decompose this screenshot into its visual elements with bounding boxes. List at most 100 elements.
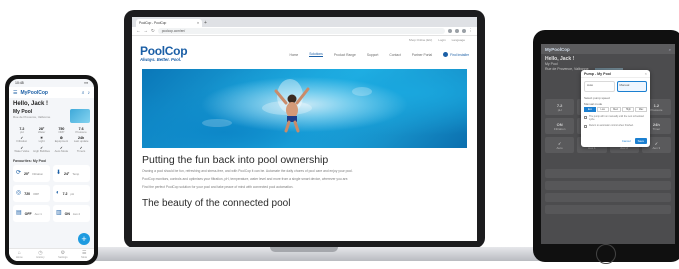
tablet-metric-tile[interactable]: ✓ Auto [545,137,575,153]
bottom-nav-tab[interactable]: ⌂ Home [16,251,23,260]
favourite-card-icon: ◐ [56,190,60,197]
favourite-card[interactable]: ▥ ON Aux 2 [53,205,90,223]
laptop-notch [270,247,338,252]
search-icon[interactable]: ⌕ [82,90,85,96]
favourite-card-label: Aux 2 [72,211,81,216]
menu-icon[interactable]: ☰ [13,90,17,96]
speed-segment[interactable]: Low [596,107,609,112]
checkbox[interactable] [584,116,587,119]
extension-icon[interactable] [447,29,452,33]
tablet-list-row[interactable] [545,205,671,214]
save-button[interactable]: Save [634,138,647,144]
checkbox[interactable] [584,125,587,129]
url-field[interactable]: poolcop.com/en/ [157,28,445,34]
favourite-card-label: Temp [72,171,80,176]
site-header: PoolCop Always. Better. Pool. Home Solut… [132,43,477,65]
favourite-card[interactable]: ⟳ 20° Filtration [13,165,50,183]
dialog-checkbox-row[interactable]: The pump will run manually until the nex… [581,112,650,121]
metric-tile[interactable]: ✓ High Bubbles [33,146,51,153]
reload-icon[interactable]: ↻ [151,28,155,34]
profile-icon[interactable] [461,29,466,33]
close-icon[interactable]: × [645,71,647,76]
speed-segment[interactable]: Eco [584,107,596,112]
dialog-header: Pump - My Pool × [581,70,650,78]
site-logo[interactable]: PoolCop Always. Better. Pool. [140,45,188,62]
metric-tile[interactable]: ✓ Water Valve [13,146,31,153]
nav-item-contact[interactable]: Contact [389,53,400,57]
tablet-home-button[interactable] [596,244,616,264]
browser-tab[interactable]: PoolCop - PoolCop × [136,19,202,27]
phone-device: 10:45 ▪▪▪ ☰ MyPoolCop ⌕ ♪ Hello, Jack ! … [5,75,98,265]
utility-link-shop[interactable]: Shop Online (EU) [409,38,433,42]
bottom-nav-tab[interactable]: ⚙ Settings [58,251,67,260]
mode-option-manual[interactable]: Manual [616,81,647,92]
favourite-card[interactable]: ◎ 720 ORP [13,185,50,203]
back-arrow-icon[interactable]: ← [136,28,141,34]
metric-tile[interactable]: 750 ORP [53,127,71,134]
favourite-card-icon: ⟳ [16,170,22,177]
pool-address: Rue de Provence, Valbonne [13,115,51,119]
nav-item-partner-portal[interactable]: Partner Portal [412,53,432,57]
tab-close-icon[interactable]: × [197,21,199,25]
speed-segment[interactable]: Med [609,107,622,112]
favourite-card-icon: ▥ [56,210,62,217]
tablet-list-row[interactable] [545,169,671,178]
utility-link-login[interactable]: Login [438,38,445,42]
mode-options: Auto Manual [581,78,650,95]
metric-tile[interactable]: 28° Water [33,127,51,134]
metric-label: ORP [58,130,65,134]
favourite-card[interactable]: ▤ OFF Aux 1 [13,205,50,223]
forward-arrow-icon[interactable]: → [144,28,149,34]
metric-tile[interactable]: ✓ Auto Mode [53,146,71,153]
cancel-button[interactable]: Cancel [620,138,633,144]
speed-segment[interactable]: Max [635,107,647,112]
nav-item-home[interactable]: Home [289,53,298,57]
nav-item-solutions[interactable]: Solutions [309,52,323,57]
main-nav: Home Solutions Product Range Support Con… [289,52,469,57]
metrics-grid: 7.2 pH 28° Water 750 ORP 7.6 Pressure ✓ Filtratio… [9,125,94,155]
pump-settings-dialog: Pump - My Pool × Auto Manual Select pump… [581,70,650,147]
find-installer-link[interactable]: Find Installer [443,52,469,57]
favourites-title: Favourites: My Pool [13,159,47,164]
nav-item-support[interactable]: Support [367,53,379,57]
add-button[interactable]: + [78,233,90,245]
metric-tile[interactable]: 7.6 Pressure [72,127,90,134]
metric-tile[interactable]: ☀ Light [33,136,51,143]
tablet-list-row[interactable] [545,193,671,202]
metric-tile[interactable]: ✓ Timers [72,146,90,153]
metric-tile[interactable]: 7.2 pH [13,127,31,134]
location-pin-icon [443,52,449,57]
tab-label: More [81,256,88,259]
phone-bottom-nav: ⌂ Home ◷ History ⚙ Settings ☰ More [9,248,94,261]
metric-label: Last update [73,139,89,144]
pool-summary[interactable]: My Pool Rue de Provence, Valbonne [9,107,94,125]
dialog-actions: Cancel Save [620,138,647,144]
bottom-nav-tab[interactable]: ◷ History [36,251,44,260]
nav-item-product-range[interactable]: Product Range [334,53,356,57]
speed-segment[interactable]: High [622,107,635,112]
tablet-metric-label: Pressure [650,107,663,112]
tablet-metric-tile[interactable]: 7.2 pH [545,99,575,115]
favourite-card-label: ORP [33,191,40,196]
search-icon[interactable]: ⌕ [669,47,671,52]
favourite-card[interactable]: ⬇ 24° Temp [53,165,90,183]
dialog-checkbox-row[interactable]: Return to automatic control when finishe… [581,121,650,129]
phone-app-bar: ☰ MyPoolCop ⌕ ♪ [9,87,94,98]
utility-link-language[interactable]: Language [452,38,465,42]
browser-menu-icon[interactable]: ⋮ [469,28,474,34]
extension-icon[interactable] [454,29,459,33]
device-mockup-stage: PoolCop - PoolCop × + ← → ↻ poolcop.com/… [0,0,679,269]
tablet-metric-tile[interactable]: ON Filtration [545,118,575,134]
favourite-card-value: 20° [24,171,30,176]
metric-tile[interactable]: ⚙ Equipment [53,136,71,143]
metric-tile[interactable]: ✓ Filtration [13,136,31,143]
greeting: Hello, Jack ! [13,101,49,107]
favourite-card[interactable]: ◐ 7.2 pH [53,185,90,203]
metric-tile[interactable]: 24h Last update [72,136,90,143]
new-tab-icon[interactable]: + [204,19,207,27]
tablet-list-row[interactable] [545,181,671,190]
metric-label: Pressure [75,130,87,134]
bottom-nav-tab[interactable]: ☰ More [81,251,88,260]
notification-bell-icon[interactable]: ♪ [88,90,91,96]
mode-option-auto[interactable]: Auto [584,81,615,92]
